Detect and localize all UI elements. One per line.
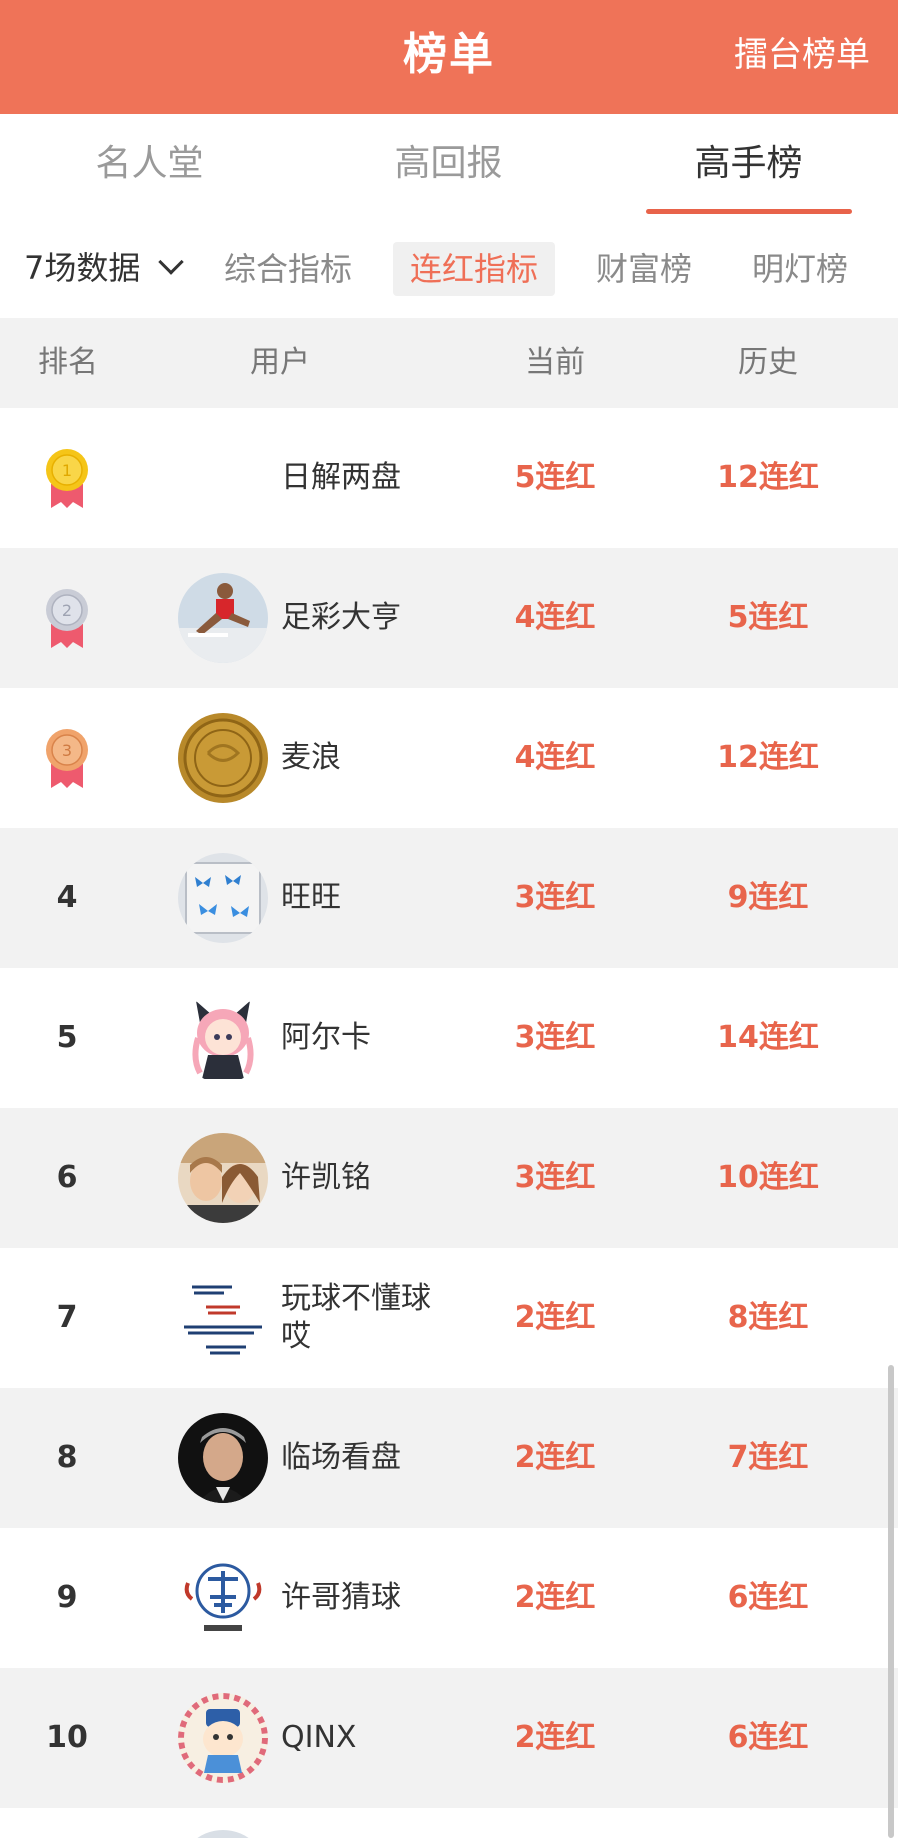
subtab-label: 明灯榜 bbox=[751, 250, 848, 288]
user-name[interactable]: 许哥猜球 bbox=[281, 1528, 451, 1668]
avatar[interactable] bbox=[178, 1413, 268, 1503]
header-current: 当前 bbox=[525, 345, 585, 380]
rank-number: 9 bbox=[56, 1580, 78, 1615]
user-name[interactable]: 阿尔卡 bbox=[281, 968, 451, 1108]
subtab-wealth[interactable]: 财富榜 bbox=[584, 242, 704, 296]
tab-label: 名人堂 bbox=[95, 143, 204, 184]
current-streak: 2连红 bbox=[514, 1580, 596, 1615]
svg-text:2: 2 bbox=[62, 601, 72, 620]
history-streak: 7连红 bbox=[727, 1440, 809, 1475]
sub-tabs: 7场数据 综合指标 连红指标 财富榜 明灯榜 bbox=[0, 218, 898, 318]
avatar[interactable] bbox=[178, 713, 268, 803]
tab-high-return[interactable]: 高回报 bbox=[299, 114, 598, 218]
user-name[interactable]: 麦浪 bbox=[281, 688, 451, 828]
avatar bbox=[178, 1830, 268, 1838]
subtab-beacon[interactable]: 明灯榜 bbox=[740, 242, 860, 296]
top-bar: 榜单 擂台榜单 bbox=[0, 0, 898, 114]
subtab-overall[interactable]: 综合指标 bbox=[212, 242, 364, 296]
history-streak: 14连红 bbox=[717, 1020, 819, 1055]
table-row[interactable]: 1 日解两盘 5连红 12连红 bbox=[0, 408, 898, 548]
rank-number: 10 bbox=[46, 1720, 88, 1755]
table-row[interactable]: 6 许凯铭 3连红 10连红 bbox=[0, 1108, 898, 1248]
svg-text:1: 1 bbox=[62, 461, 72, 480]
current-streak: 3连红 bbox=[514, 1020, 596, 1055]
user-name[interactable]: 旺旺 bbox=[281, 828, 451, 968]
avatar[interactable] bbox=[178, 573, 268, 663]
current-streak: 2连红 bbox=[514, 1300, 596, 1335]
header-history: 历史 bbox=[738, 345, 798, 380]
matches-filter-dropdown[interactable]: 7场数据 bbox=[24, 242, 185, 294]
rank-number: 4 bbox=[56, 880, 78, 915]
current-streak: 5连红 bbox=[514, 460, 596, 495]
header-rank: 排名 bbox=[38, 345, 98, 380]
arena-ranking-link[interactable]: 擂台榜单 bbox=[734, 0, 870, 110]
gold-medal-icon: 1 bbox=[46, 449, 88, 508]
table-row[interactable]: 3 麦浪 4连红 12连红 bbox=[0, 688, 898, 828]
table-row[interactable]: 2 足彩大亨 4连红 5连红 bbox=[0, 548, 898, 688]
avatar[interactable] bbox=[178, 1133, 268, 1223]
avatar[interactable] bbox=[178, 993, 268, 1083]
table-header: 排名 用户 当前 历史 bbox=[0, 318, 898, 408]
current-streak: 2连红 bbox=[514, 1720, 596, 1755]
current-streak: 2连红 bbox=[514, 1440, 596, 1475]
user-name[interactable]: 日解两盘 bbox=[281, 408, 451, 548]
rank-number: 8 bbox=[56, 1440, 78, 1475]
rank-number: 6 bbox=[56, 1160, 78, 1195]
history-streak: 6连红 bbox=[727, 1720, 809, 1755]
tab-experts[interactable]: 高手榜 bbox=[599, 114, 898, 218]
rank-number: 7 bbox=[56, 1300, 78, 1335]
current-streak: 4连红 bbox=[514, 600, 596, 635]
current-streak: 4连红 bbox=[514, 740, 596, 775]
tab-label: 高手榜 bbox=[694, 143, 803, 184]
user-name[interactable]: 玩球不懂球哎 bbox=[281, 1248, 451, 1388]
avatar[interactable] bbox=[178, 1553, 268, 1643]
history-streak: 12连红 bbox=[717, 460, 819, 495]
table-row[interactable]: 9 许哥猜球 2连红 6连红 bbox=[0, 1528, 898, 1668]
current-streak: 3连红 bbox=[514, 880, 596, 915]
history-streak: 6连红 bbox=[727, 1580, 809, 1615]
history-streak: 8连红 bbox=[727, 1300, 809, 1335]
user-name[interactable]: 足彩大亨 bbox=[281, 548, 451, 688]
tab-label: 高回报 bbox=[394, 143, 503, 184]
user-name[interactable]: QINX bbox=[281, 1668, 451, 1808]
avatar[interactable] bbox=[178, 1693, 268, 1783]
svg-text:3: 3 bbox=[62, 741, 72, 760]
user-name[interactable]: 许凯铭 bbox=[281, 1108, 451, 1248]
chevron-down-icon bbox=[158, 249, 185, 275]
tab-hall-of-fame[interactable]: 名人堂 bbox=[0, 114, 299, 218]
subtab-label: 综合指标 bbox=[223, 250, 352, 288]
silver-medal-icon: 2 bbox=[46, 589, 88, 648]
subtab-label: 财富榜 bbox=[595, 250, 692, 288]
history-streak: 12连红 bbox=[717, 740, 819, 775]
user-name[interactable]: 临场看盘 bbox=[281, 1388, 451, 1528]
table-row[interactable]: 10 QINX 2连红 6连红 bbox=[0, 1668, 898, 1808]
table-row[interactable]: 8 临场看盘 2连红 7连红 bbox=[0, 1388, 898, 1528]
history-streak: 5连红 bbox=[727, 600, 809, 635]
current-streak: 3连红 bbox=[514, 1160, 596, 1195]
subtab-winning-streak[interactable]: 连红指标 bbox=[393, 242, 555, 296]
header-user: 用户 bbox=[250, 345, 310, 380]
main-tabs: 名人堂 高回报 高手榜 bbox=[0, 114, 898, 218]
bronze-medal-icon: 3 bbox=[46, 729, 88, 788]
table-row[interactable]: 5 阿尔卡 3连红 14连红 bbox=[0, 968, 898, 1108]
avatar[interactable] bbox=[178, 1273, 268, 1363]
avatar[interactable] bbox=[178, 853, 268, 943]
active-tab-underline bbox=[645, 209, 852, 214]
history-streak: 9连红 bbox=[727, 880, 809, 915]
history-streak: 10连红 bbox=[717, 1160, 819, 1195]
table-row[interactable]: 7 玩球不懂球哎 2连红 8连红 bbox=[0, 1248, 898, 1388]
filter-value: 7场数据 bbox=[24, 249, 141, 287]
table-row[interactable]: 4 旺旺 3连红 9连红 bbox=[0, 828, 898, 968]
subtab-label: 连红指标 bbox=[409, 250, 538, 288]
rank-number: 5 bbox=[56, 1020, 78, 1055]
scrollbar[interactable] bbox=[888, 1365, 894, 1838]
